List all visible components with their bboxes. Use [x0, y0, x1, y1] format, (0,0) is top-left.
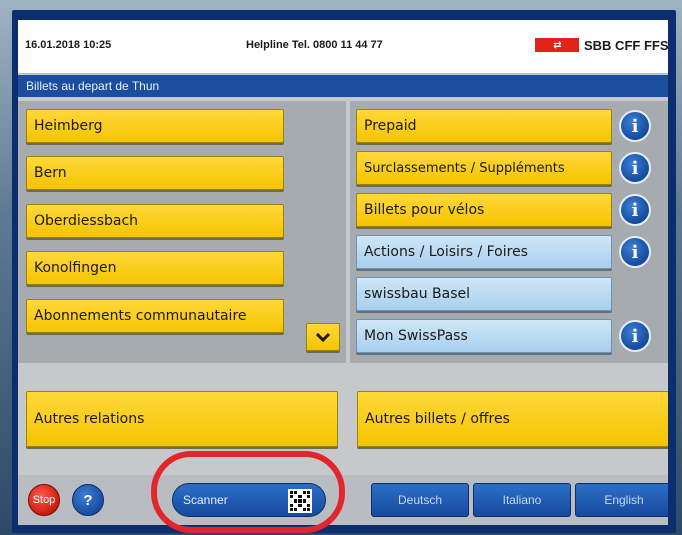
offer-button-swisspass[interactable]: Mon SwissPass — [356, 319, 612, 353]
info-icon-prepaid[interactable]: i — [619, 110, 651, 142]
info-icon-swisspass[interactable]: i — [619, 320, 651, 352]
language-button-deutsch[interactable]: Deutsch — [371, 483, 469, 517]
helpline: Helpline Tel. 0800 11 44 77 — [246, 39, 383, 51]
offer-button-actions-loisirs[interactable]: Actions / Loisirs / Foires — [356, 235, 612, 269]
scroll-down-button[interactable] — [306, 323, 340, 351]
other-offers-button[interactable]: Autres billets / offres — [357, 391, 668, 447]
qr-code-icon — [288, 489, 312, 513]
language-button-italiano[interactable]: Italiano — [473, 483, 571, 517]
bottom-bar: Stop ? Scanner Deutsch Italiano English — [18, 475, 668, 525]
info-icon-surclassements[interactable]: i — [619, 152, 651, 184]
scanner-label: Scanner — [183, 493, 228, 507]
sbb-logo: ⇄ SBB CFF FFS — [535, 37, 668, 53]
offer-button-velos[interactable]: Billets pour vélos — [356, 193, 612, 227]
help-button[interactable]: ? — [72, 484, 104, 516]
offer-button-swissbau[interactable]: swissbau Basel — [356, 277, 612, 311]
offer-button-prepaid[interactable]: Prepaid — [356, 109, 612, 143]
destination-button-bern[interactable]: Bern — [26, 156, 284, 190]
logo-text: SBB CFF FFS — [584, 37, 668, 53]
destination-button-abonnements[interactable]: Abonnements communautaire — [26, 299, 284, 333]
datetime: 16.01.2018 10:25 — [25, 39, 112, 51]
info-icon-actions-loisirs[interactable]: i — [619, 236, 651, 268]
info-icon-velos[interactable]: i — [619, 194, 651, 226]
language-button-english[interactable]: English — [575, 483, 668, 517]
destination-button-oberdiessbach[interactable]: Oberdiessbach — [26, 204, 284, 238]
scanner-button[interactable]: Scanner — [172, 483, 326, 517]
destination-button-konolfingen[interactable]: Konolfingen — [26, 251, 284, 285]
chevron-down-icon — [315, 332, 331, 343]
page-title: Billets au depart de Thun — [18, 75, 668, 97]
destination-button-heimberg[interactable]: Heimberg — [26, 109, 284, 143]
stop-button[interactable]: Stop — [28, 484, 60, 516]
sbb-arrow-icon: ⇄ — [535, 38, 579, 52]
offer-button-surclassements[interactable]: Surclassements / Suppléments — [356, 151, 612, 185]
other-relations-button[interactable]: Autres relations — [26, 391, 338, 447]
ticket-machine-screen: 16.01.2018 10:25 Helpline Tel. 0800 11 4… — [18, 20, 668, 525]
top-bar: 16.01.2018 10:25 Helpline Tel. 0800 11 4… — [18, 20, 668, 74]
